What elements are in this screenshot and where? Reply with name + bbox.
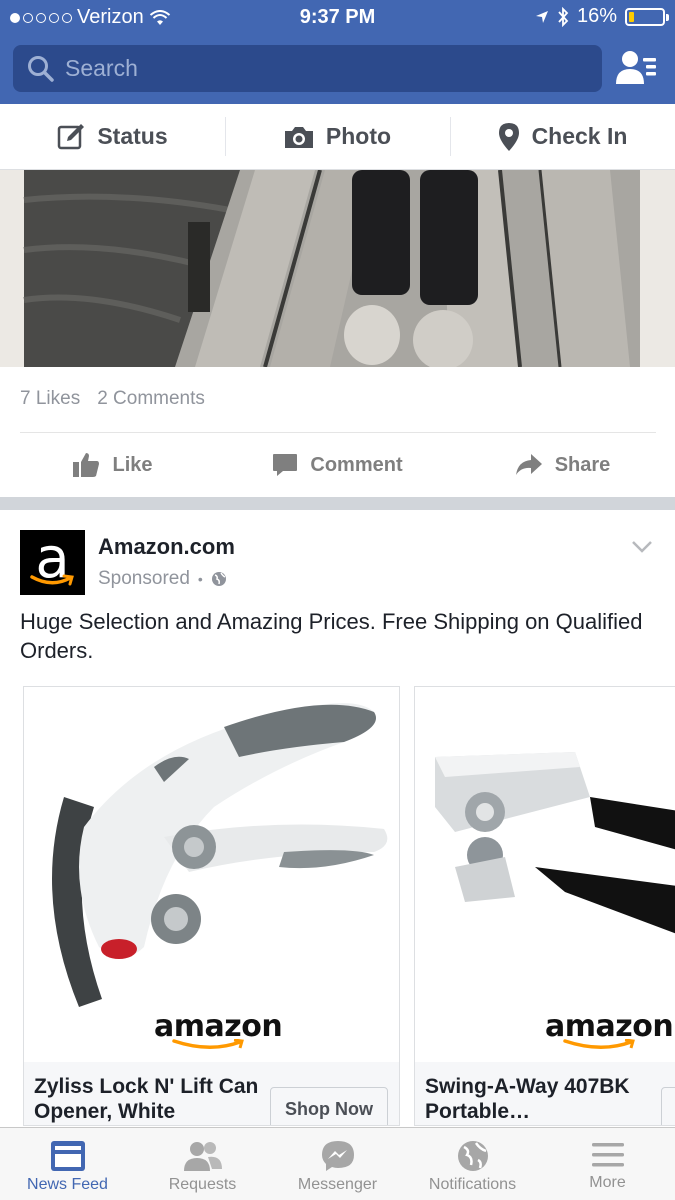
chevron-down-icon[interactable] — [631, 540, 653, 554]
sponsored-text: Sponsored — [98, 568, 190, 589]
tab-requests[interactable]: Requests — [135, 1128, 270, 1200]
amazon-smile-icon — [172, 1039, 244, 1049]
location-arrow-icon — [535, 10, 548, 23]
share-button[interactable]: Share — [450, 440, 675, 490]
tab-notifications[interactable]: Notifications — [405, 1128, 540, 1200]
product-title: Zyliss Lock N' Lift Can Opener, White — [34, 1075, 259, 1123]
post-photo[interactable] — [0, 170, 675, 367]
check-in-button[interactable]: Check In — [450, 104, 675, 169]
photo-button[interactable]: Photo — [225, 104, 450, 169]
product-title: Swing-A-Way 407BK Portable… — [425, 1075, 630, 1123]
battery-icon — [625, 7, 669, 26]
tab-label: Notifications — [428, 1176, 517, 1193]
amazon-smile-icon — [563, 1039, 635, 1049]
check-in-label: Check In — [531, 123, 628, 149]
friend-list-icon[interactable] — [613, 48, 659, 90]
search-placeholder: Search — [65, 55, 138, 81]
top-bar: Verizon 9:37 PM 16% Search — [0, 0, 675, 104]
tab-label: More — [589, 1174, 626, 1191]
tab-messenger[interactable]: Messenger — [270, 1128, 405, 1200]
shop-now-button[interactable] — [661, 1087, 675, 1125]
post-stats: 7 Likes 2 Comments — [20, 388, 205, 410]
carousel-card[interactable]: amazon Swing-A-Way 407BK Portable… — [414, 686, 675, 1126]
comment-label: Comment — [310, 453, 403, 476]
can-opener-image — [52, 703, 388, 1007]
tab-label: News Feed — [27, 1176, 108, 1193]
map-pin-icon — [498, 122, 519, 151]
amazon-smile-icon — [30, 574, 74, 586]
messenger-icon — [321, 1141, 354, 1171]
dot-separator: • — [197, 571, 203, 587]
amazon-logo[interactable]: a — [20, 530, 85, 595]
camera-icon — [284, 126, 313, 148]
like-button[interactable]: Like — [0, 440, 225, 490]
carousel-card[interactable]: amazon Zyliss Lock N' Lift Can Opener, W… — [23, 686, 400, 1126]
like-label: Like — [112, 453, 153, 476]
edit-icon — [58, 123, 85, 149]
product-image: amazon — [415, 687, 675, 1062]
sponsored-label: Sponsored • — [98, 568, 227, 590]
shop-now-button[interactable]: Shop Now — [270, 1087, 388, 1125]
search-icon — [28, 55, 54, 82]
dock-photo-image — [0, 170, 675, 367]
product-image: amazon — [24, 687, 399, 1062]
search-input[interactable]: Search — [13, 45, 602, 92]
tab-bar: News Feed Requests Messenger Notificatio… — [0, 1127, 675, 1200]
can-opener-image — [435, 752, 675, 934]
post-actions: Like Comment Share — [0, 440, 675, 490]
hamburger-icon — [591, 1143, 624, 1167]
tab-label: Requests — [168, 1176, 237, 1193]
tab-more[interactable]: More — [540, 1128, 675, 1200]
photo-label: Photo — [325, 123, 392, 149]
status-button[interactable]: Status — [0, 104, 225, 169]
feed-separator — [0, 497, 675, 510]
share-label: Share — [554, 453, 611, 476]
news-feed-icon — [50, 1141, 85, 1171]
comment-button[interactable]: Comment — [225, 440, 450, 490]
status-label: Status — [97, 123, 168, 149]
comments-count[interactable]: 2 Comments — [97, 388, 205, 410]
bluetooth-icon — [558, 6, 569, 27]
composer-bar: Status Photo Check In — [0, 104, 675, 170]
likes-count[interactable]: 7 Likes — [20, 388, 80, 410]
share-icon — [515, 454, 542, 475]
tab-label: Messenger — [297, 1176, 378, 1193]
battery-percent: 16% — [576, 5, 617, 27]
thumbs-up-icon — [73, 453, 100, 477]
page-name[interactable]: Amazon.com — [98, 534, 235, 560]
globe-icon — [457, 1141, 488, 1171]
tab-news-feed[interactable]: News Feed — [0, 1128, 135, 1200]
requests-icon — [183, 1142, 222, 1171]
globe-icon — [211, 572, 226, 586]
ad-text: Huge Selection and Amazing Prices. Free … — [20, 609, 643, 663]
comment-icon — [273, 454, 298, 476]
status-bar: Verizon 9:37 PM 16% — [0, 0, 675, 34]
post-divider — [20, 432, 656, 433]
